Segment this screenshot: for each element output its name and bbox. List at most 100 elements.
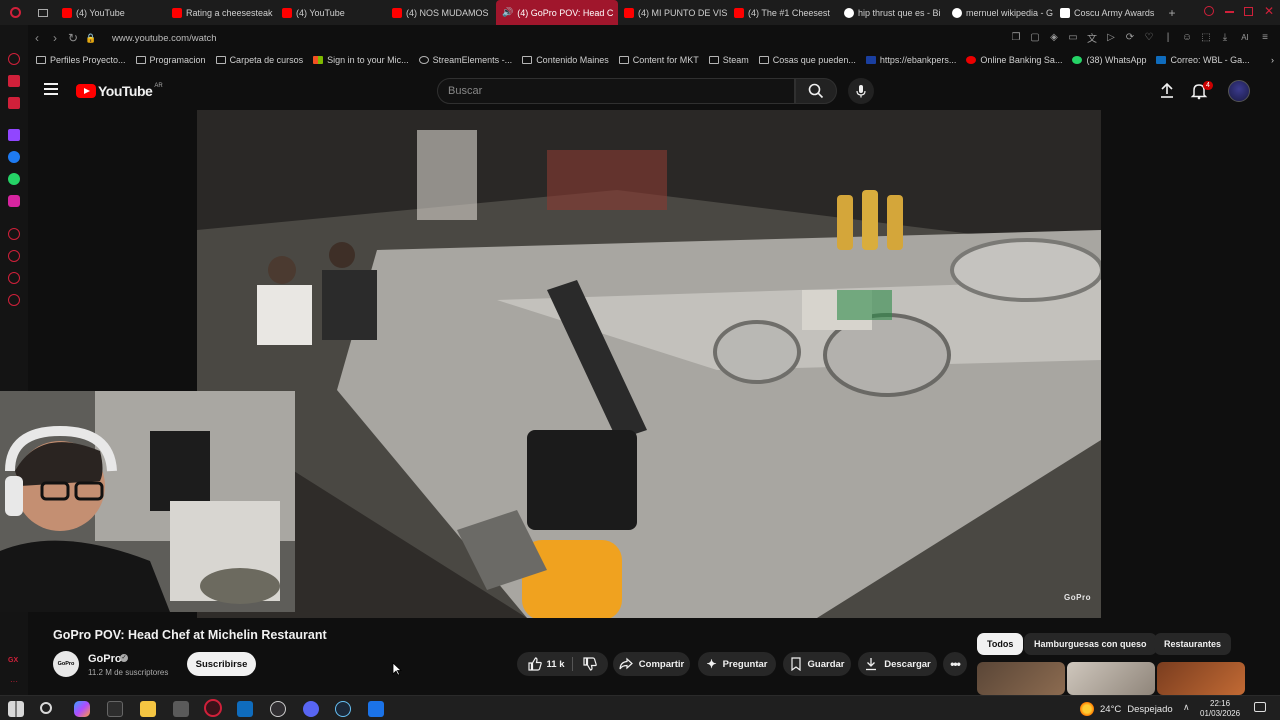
tab-cheesesteak[interactable]: (4) The #1 Cheesest xyxy=(728,0,838,25)
gx-icon[interactable]: GX xyxy=(8,657,18,664)
shield-icon[interactable]: ◈ xyxy=(1047,29,1061,45)
tray-chevron-icon[interactable]: ∧ xyxy=(1183,702,1190,713)
maximize-button[interactable] xyxy=(1244,7,1253,16)
search-icon[interactable] xyxy=(40,702,52,714)
steam-icon[interactable] xyxy=(335,701,351,717)
recommended-thumbnail[interactable] xyxy=(1157,662,1245,695)
refresh-icon[interactable]: ⟳ xyxy=(1123,29,1137,45)
channel-name[interactable]: GoPro xyxy=(88,653,122,665)
chip-cheeseburgers[interactable]: Hamburguesas con queso xyxy=(1024,633,1157,655)
workspaces-icon[interactable] xyxy=(30,0,56,25)
translate-icon[interactable]: 文 xyxy=(1085,29,1099,45)
cast-icon[interactable]: ▭ xyxy=(1066,29,1080,45)
voice-search-button[interactable] xyxy=(848,78,874,104)
minimize-button[interactable] xyxy=(1225,11,1234,13)
whatsapp-icon[interactable] xyxy=(8,173,20,185)
bookmark-link[interactable]: Online Banking Sa... xyxy=(966,55,1062,65)
file-explorer-icon[interactable] xyxy=(140,701,156,717)
bookmark-link[interactable]: StreamElements -... xyxy=(418,55,512,65)
music-icon[interactable] xyxy=(8,97,20,109)
share-button[interactable]: Compartir xyxy=(613,652,690,676)
close-window-button[interactable]: ✕ xyxy=(1264,4,1274,18)
tab-hip-thrust[interactable]: hip thrust que es - Bi xyxy=(838,0,946,25)
copilot-icon[interactable] xyxy=(74,701,90,717)
bookmark-folder[interactable]: Carpeta de cursos xyxy=(215,55,303,65)
video-player[interactable]: GoPro xyxy=(197,110,1101,618)
search-input[interactable]: Buscar xyxy=(437,78,795,104)
dislike-button[interactable] xyxy=(579,657,598,671)
send-icon[interactable] xyxy=(8,272,20,284)
search-tabs-icon[interactable] xyxy=(1204,6,1214,16)
tab-rating-cheesesteak[interactable]: Rating a cheesesteak xyxy=(166,0,276,25)
url-field[interactable]: www.youtube.com/watch xyxy=(112,33,217,44)
windows-start-icon[interactable] xyxy=(8,701,24,717)
player-icon[interactable] xyxy=(8,228,20,240)
subscribe-button[interactable]: Suscribirse xyxy=(187,652,256,676)
tab-youtube-1[interactable]: (4) YouTube xyxy=(56,0,166,25)
ask-button[interactable]: ✦ Preguntar xyxy=(698,652,776,676)
photoshop-icon[interactable] xyxy=(368,701,384,717)
speaker-icon[interactable]: 🔊 xyxy=(502,7,513,18)
bookmark-folder[interactable]: Programacion xyxy=(135,55,206,65)
new-tab-button[interactable]: + xyxy=(1162,0,1182,25)
heart-icon[interactable]: ♡ xyxy=(1142,29,1156,45)
tab-coscu-army-awards[interactable]: Coscu Army Awards xyxy=(1054,0,1162,25)
user-avatar[interactable] xyxy=(1228,80,1250,102)
bookmark-folder[interactable]: Perfiles Proyecto... xyxy=(36,55,126,65)
recommended-thumbnail[interactable] xyxy=(977,662,1065,695)
clock-icon[interactable] xyxy=(8,250,20,262)
system-clock[interactable]: 22:16 01/03/2026 xyxy=(1200,699,1240,719)
bookmark-folder[interactable]: Contenido Maines xyxy=(522,55,609,65)
chip-all[interactable]: Todos xyxy=(977,633,1024,655)
settings-icon[interactable] xyxy=(8,294,20,306)
bookmark-link[interactable]: https://ebankpers... xyxy=(865,55,956,65)
bookmark-folder[interactable]: Steam xyxy=(708,55,749,65)
back-button[interactable]: ‹ xyxy=(28,29,46,47)
profile-icon[interactable]: ☺ xyxy=(1180,29,1194,45)
extensions-icon[interactable]: ⬚ xyxy=(1199,29,1213,45)
obs-icon[interactable] xyxy=(270,701,286,717)
reload-button[interactable]: ↻ xyxy=(64,29,82,47)
browser-menu-icon[interactable] xyxy=(0,0,30,25)
messenger-icon[interactable] xyxy=(8,75,20,87)
notification-center-icon[interactable] xyxy=(1254,702,1266,712)
download-button[interactable]: Descargar xyxy=(858,652,937,676)
opera-gx-icon[interactable] xyxy=(204,699,222,717)
more-dots-icon[interactable]: ··· xyxy=(10,677,18,686)
bookmark-link[interactable]: Sign in to your Mic... xyxy=(313,55,409,65)
messenger-chat-icon[interactable] xyxy=(8,151,20,163)
chip-restaurants[interactable]: Restaurantes xyxy=(1154,633,1232,655)
save-button[interactable]: Guardar xyxy=(783,652,851,676)
outlook-icon[interactable] xyxy=(237,701,253,717)
instagram-icon[interactable] xyxy=(8,195,20,207)
calculator-icon[interactable] xyxy=(173,701,189,717)
bookmark-link[interactable]: Correo: WBL - Ga... xyxy=(1156,55,1250,65)
tab-nos-mudamos[interactable]: (4) NOS MUDAMOS xyxy=(386,0,496,25)
tab-youtube-2[interactable]: (4) YouTube xyxy=(276,0,386,25)
pip-icon[interactable]: ▷ xyxy=(1104,29,1118,45)
menu-icon[interactable]: ≡ xyxy=(1258,29,1272,45)
history-icon[interactable] xyxy=(8,53,20,65)
search-button[interactable] xyxy=(795,78,837,104)
youtube-logo[interactable]: YouTube AR xyxy=(76,83,163,99)
hamburger-menu-icon[interactable] xyxy=(44,83,58,95)
bookmark-icon[interactable]: ❐ xyxy=(1009,29,1023,45)
ai-icon[interactable]: AI xyxy=(1237,29,1253,45)
channel-avatar[interactable]: GoPro xyxy=(53,651,79,677)
recommended-thumbnail[interactable] xyxy=(1067,662,1155,695)
forward-button[interactable]: › xyxy=(46,29,64,47)
twitch-icon[interactable] xyxy=(8,129,20,141)
bookmark-folder[interactable]: Content for MKT xyxy=(618,55,699,65)
more-actions-button[interactable]: ••• xyxy=(943,652,967,676)
download-icon[interactable]: ⤓ xyxy=(1218,29,1232,45)
tab-gopro-pov[interactable]: 🔊 (4) GoPro POV: Head C xyxy=(496,0,618,25)
terminal-icon[interactable] xyxy=(107,701,123,717)
weather-widget[interactable]: 24°C Despejado xyxy=(1080,702,1173,716)
discord-icon[interactable] xyxy=(303,701,319,717)
bookmark-folder[interactable]: Cosas que pueden... xyxy=(758,55,856,65)
tab-mi-punto-de-vista[interactable]: (4) MI PUNTO DE VIS xyxy=(618,0,728,25)
create-button[interactable] xyxy=(1158,82,1176,100)
like-button[interactable]: 11 k xyxy=(527,657,574,671)
bookmark-link[interactable]: (38) WhatsApp xyxy=(1072,55,1146,65)
more-bookmarks-icon[interactable]: › xyxy=(1271,55,1274,65)
